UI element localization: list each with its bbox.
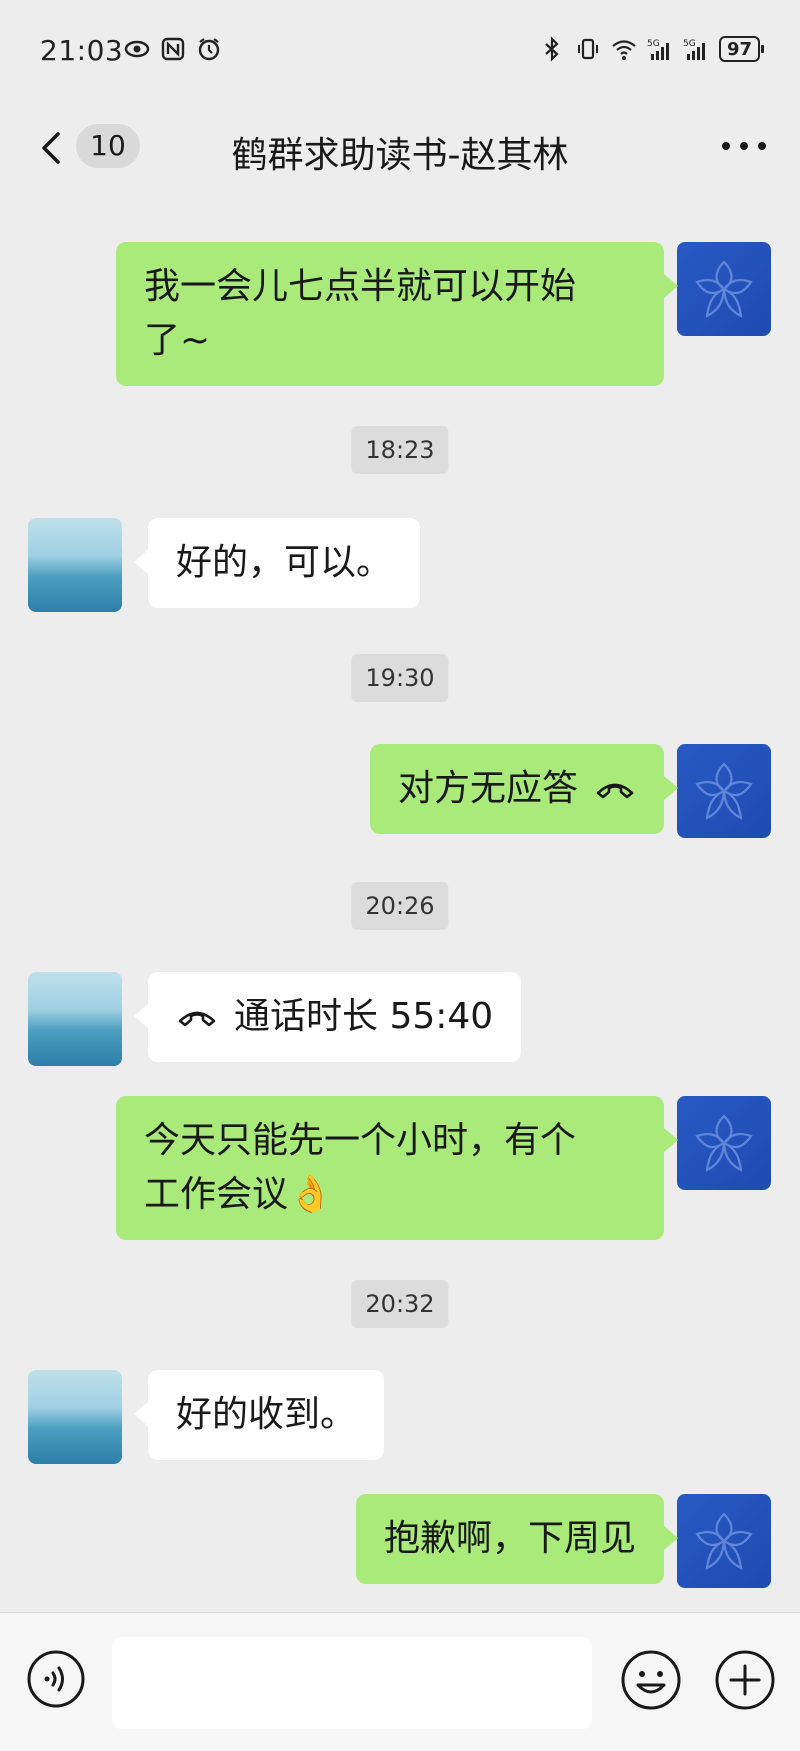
wifi-icon	[612, 40, 636, 60]
message-text: 通话时长 55:40	[234, 996, 494, 1037]
self-avatar[interactable]	[677, 1494, 771, 1588]
contact-avatar[interactable]	[28, 518, 122, 612]
input-bar	[0, 1612, 800, 1751]
bluetooth-icon	[545, 36, 559, 62]
svg-text:5G: 5G	[647, 39, 660, 49]
message-bubble-self[interactable]: 我一会儿七点半就可以开始 了~	[116, 242, 678, 386]
voice-icon[interactable]	[26, 1649, 86, 1709]
contact-avatar[interactable]	[28, 1370, 122, 1464]
message-text: 对方无应答	[397, 768, 578, 809]
emoji-icon[interactable]	[620, 1649, 682, 1711]
self-avatar[interactable]	[677, 242, 771, 336]
message-timestamp: 19:30	[351, 654, 449, 702]
chat-title: 鹤群求助读书-赵其林	[231, 135, 569, 176]
message-bubble-other[interactable]: 好的收到。	[133, 1370, 385, 1460]
chat-header: 10 鹤群求助读书-赵其林	[0, 100, 800, 192]
message-text: 工作会议👌	[144, 1174, 333, 1215]
eye-icon	[124, 40, 150, 58]
message-bubble-self[interactable]: 今天只能先一个小时，有个 工作会议👌	[116, 1096, 678, 1240]
plus-icon[interactable]	[714, 1649, 776, 1711]
self-avatar[interactable]	[677, 744, 771, 838]
signal-icon-2: 5G	[683, 39, 705, 60]
signal-icon: 5G	[647, 39, 669, 60]
more-dots-icon[interactable]	[720, 140, 768, 152]
message-timestamp: 18:23	[351, 426, 449, 474]
message-bubble-other[interactable]: 好的，可以。	[133, 518, 421, 608]
unread-count-badge[interactable]: 10	[76, 124, 140, 168]
message-timestamp: 20:32	[351, 1280, 449, 1328]
call-message-bubble-other[interactable]: 通话时长 55:40	[133, 972, 522, 1062]
status-bar: 21:03 5G 5G 97	[0, 0, 800, 100]
message-text: 今天只能先一个小时，有个	[144, 1120, 577, 1161]
battery-indicator: 97	[718, 36, 765, 62]
message-text: 抱歉啊，下周见	[383, 1518, 636, 1559]
flower-logo-icon	[695, 1114, 753, 1172]
nfc-icon	[161, 37, 185, 61]
status-right-icons: 5G 5G 97	[539, 36, 765, 62]
message-bubble-self[interactable]: 抱歉啊，下周见	[355, 1494, 679, 1584]
message-timestamp: 20:26	[351, 882, 449, 930]
status-left-icons	[124, 36, 222, 62]
message-input[interactable]	[112, 1637, 592, 1729]
chevron-left-icon[interactable]	[32, 128, 72, 168]
contact-avatar[interactable]	[28, 972, 122, 1066]
message-text: 了~	[144, 320, 211, 361]
message-text: 好的，可以。	[176, 542, 393, 583]
flower-logo-icon	[695, 1512, 753, 1570]
status-time: 21:03	[40, 34, 124, 67]
message-text: 我一会儿七点半就可以开始	[144, 266, 577, 307]
alarm-icon	[198, 38, 220, 61]
message-list[interactable]: 我一会儿七点半就可以开始 了~ 18:23 好的，可以。 19:30 对方无应答…	[0, 192, 800, 1612]
phone-hangup-icon	[178, 1011, 216, 1027]
self-avatar[interactable]	[677, 1096, 771, 1190]
vibrate-icon	[577, 38, 598, 60]
call-message-bubble-self[interactable]: 对方无应答	[369, 744, 679, 834]
flower-logo-icon	[695, 762, 753, 820]
phone-hangup-icon	[596, 783, 634, 799]
flower-logo-icon	[695, 260, 753, 318]
svg-text:5G: 5G	[683, 39, 696, 49]
message-text: 好的收到。	[176, 1394, 357, 1435]
